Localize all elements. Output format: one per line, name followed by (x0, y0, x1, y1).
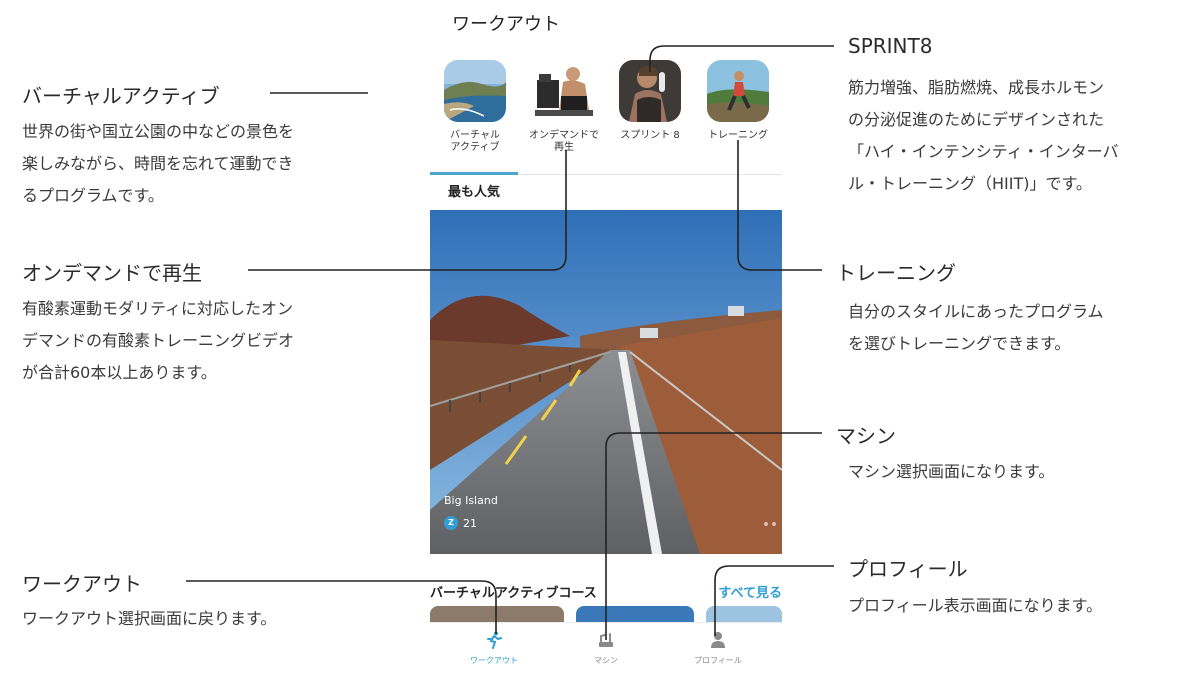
section-virtual-active-courses: バーチャルアクティブコース (430, 586, 597, 601)
category-virtual-active[interactable]: バーチャル アクティブ (434, 60, 516, 154)
desc-line: 世界の街や国立公園の中などの景色を (22, 122, 295, 141)
annotation-on-demand-desc: 有酸素運動モダリティに対応したオン デマンドの有酸素トレーニングビデオ が合計6… (22, 293, 294, 389)
annotation-sprint8-title: SPRINT8 (848, 34, 933, 58)
category-sprint8[interactable]: スプリント 8 (609, 60, 691, 142)
page-title: ワークアウト (452, 14, 560, 35)
desc-line: デマンドの有酸素トレーニングビデオ (22, 331, 295, 350)
section-popular-label: 最も人気 (448, 185, 501, 200)
zwift-badge-icon: Z (444, 516, 458, 530)
category-label: スプリント 8 (620, 130, 680, 141)
virtual-active-thumbnail (444, 60, 506, 122)
featured-course-card[interactable]: Big Island Z 21 (430, 210, 782, 554)
category-label: オンデマンドで 再生 (529, 130, 599, 153)
see-all-link[interactable]: すべて見る (718, 582, 782, 601)
desc-line: ル・トレーニング（HIIT)」です。 (848, 174, 1092, 193)
desc-line: が合計60本以上あります。 (22, 363, 217, 382)
category-training[interactable]: トレーニング (697, 60, 779, 142)
desc-line: の分泌促進のためにデザインされた (848, 110, 1105, 129)
desc-line: るプログラムです。 (22, 186, 164, 205)
bottom-nav: ワークアウト マシン プロフィール (430, 622, 782, 676)
annotation-training-desc: 自分のスタイルにあったプログラム を選びトレーニングできます。 (848, 296, 1104, 360)
nav-label: プロフィール (694, 656, 742, 665)
desc-line: 自分のスタイルにあったプログラム (848, 302, 1104, 321)
nav-profile[interactable]: プロフィール (678, 631, 758, 666)
on-demand-thumbnail (533, 60, 595, 122)
course-name: Big Island (444, 494, 498, 507)
runner-icon (487, 631, 502, 649)
nav-machine[interactable]: マシン (566, 631, 646, 666)
annotation-virtual-active-desc: 世界の街や国立公園の中などの景色を 楽しみながら、時間を忘れて運動でき るプログ… (22, 116, 294, 212)
tab-active-indicator (430, 172, 518, 175)
desc-line: を選びトレーニングできます。 (848, 334, 1071, 353)
nav-label: マシン (594, 656, 618, 665)
annotation-profile-title: プロフィール (848, 557, 968, 581)
annotation-machine-desc: マシン選択画面になります。 (848, 456, 1054, 488)
carousel-dots[interactable] (760, 522, 776, 526)
category-on-demand[interactable]: オンデマンドで 再生 (523, 60, 605, 154)
desc-line: ワークアウト選択画面に戻ります。 (22, 609, 277, 628)
person-icon (711, 632, 725, 648)
desc-line: 「ハイ・インテンシティ・インターバ (848, 142, 1119, 161)
training-thumbnail (707, 60, 769, 122)
nav-workout[interactable]: ワークアウト (454, 631, 534, 666)
app-screen: ワークアウト バーチャル アクティブ オンデマンドで 再生 スプリント 8 トレ… (430, 0, 782, 676)
desc-line: 筋力増強、脂肪燃焼、成長ホルモン (848, 78, 1105, 97)
desc-line: プロフィール表示画面になります。 (848, 596, 1103, 615)
nav-label: ワークアウト (470, 656, 518, 665)
course-meta: Z 21 (444, 516, 477, 530)
category-label: トレーニング (708, 130, 768, 141)
sprint8-thumbnail (619, 60, 681, 122)
annotation-machine-title: マシン (836, 424, 896, 448)
desc-line: 楽しみながら、時間を忘れて運動でき (22, 154, 294, 173)
annotation-workout-title: ワークアウト (22, 572, 142, 596)
course-count: 21 (463, 516, 477, 530)
desc-line: 有酸素運動モダリティに対応したオン (22, 299, 294, 318)
annotation-sprint8-desc: 筋力増強、脂肪燃焼、成長ホルモン の分泌促進のためにデザインされた 「ハイ・イン… (848, 72, 1119, 200)
annotation-profile-desc: プロフィール表示画面になります。 (848, 590, 1102, 622)
annotation-workout-desc: ワークアウト選択画面に戻ります。 (22, 603, 276, 635)
machine-icon (599, 633, 613, 647)
category-label: バーチャル アクティブ (450, 130, 500, 153)
annotation-virtual-active-title: バーチャルアクティブ (22, 84, 220, 108)
annotation-on-demand-title: オンデマンドで再生 (22, 261, 202, 285)
annotation-training-title: トレーニング (836, 261, 956, 285)
desc-line: マシン選択画面になります。 (848, 462, 1055, 481)
